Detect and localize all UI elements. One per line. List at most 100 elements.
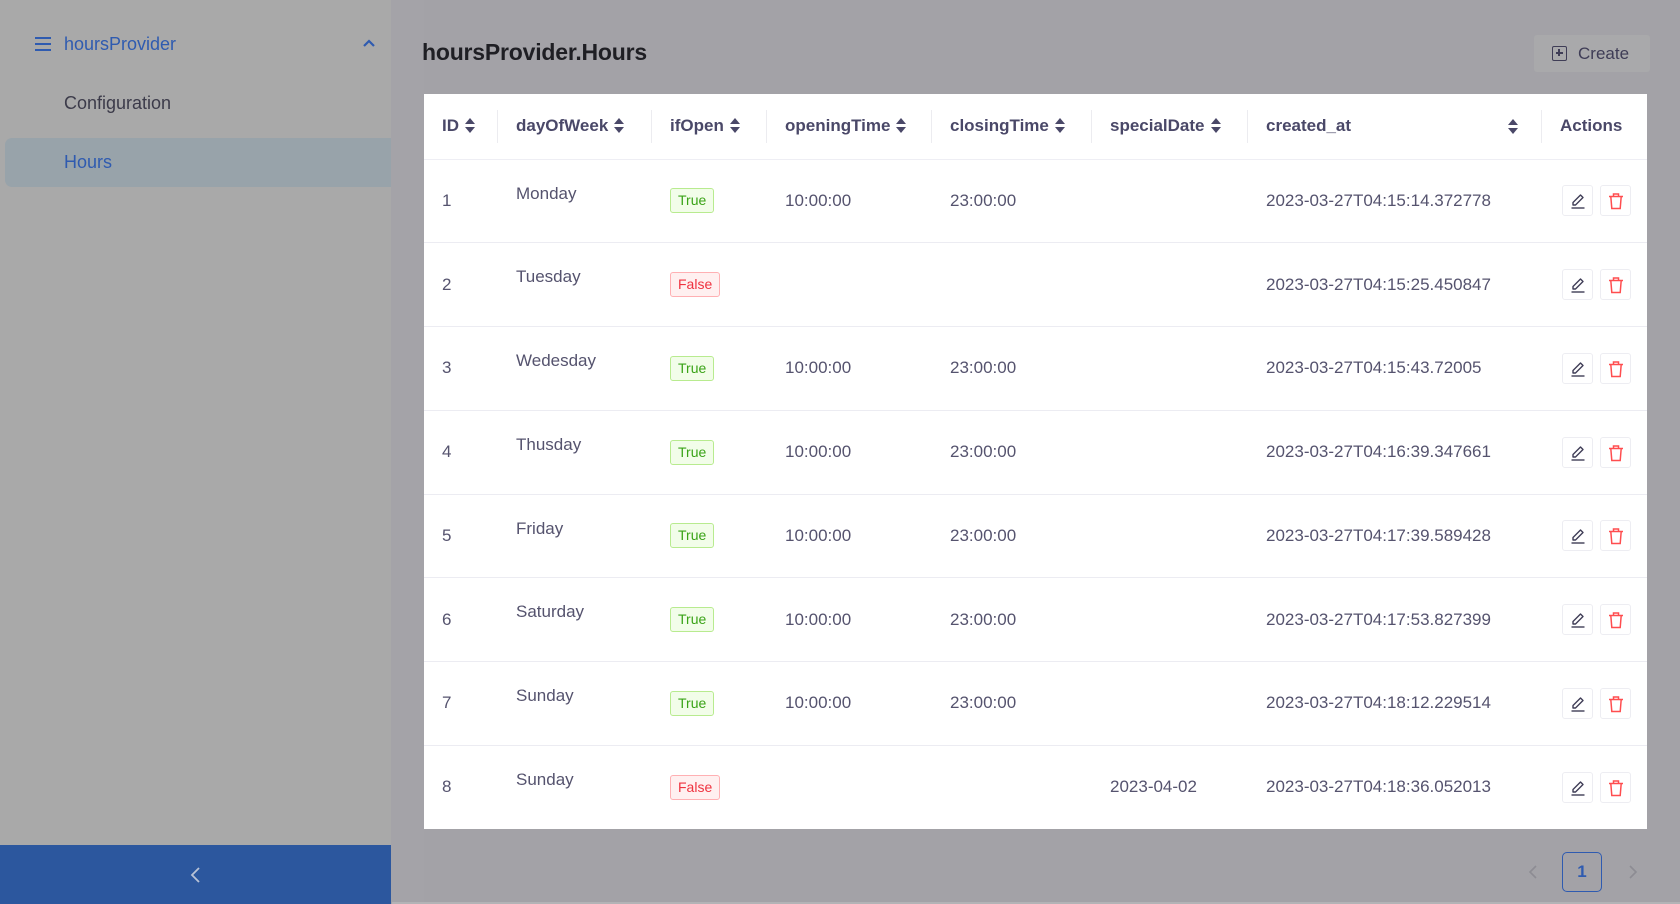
cell-id: 6 (424, 577, 498, 662)
cell-opening-time: 10:00:00 (767, 577, 932, 662)
status-badge: True (670, 690, 715, 716)
cell-special-date (1092, 242, 1248, 327)
cell-opening-time: 10:00:00 (767, 661, 932, 746)
cell-id: 8 (442, 777, 452, 797)
sidebar-group-hoursprovider[interactable]: hoursProvider (0, 26, 392, 64)
edit-button[interactable] (1562, 687, 1593, 719)
edit-button[interactable] (1562, 771, 1593, 803)
column-header-closingtime[interactable]: closingTime (932, 94, 1092, 160)
cell-if-open: True (652, 326, 767, 411)
delete-button[interactable] (1600, 352, 1631, 384)
column-header-openingtime[interactable]: openingTime (767, 94, 932, 160)
cell-day-of-week: Tuesday (498, 242, 652, 327)
cell-day-of-week: Saturday (498, 577, 652, 662)
cell-special-date (1092, 159, 1248, 244)
cell-actions (1542, 159, 1647, 244)
cell-actions (1542, 661, 1647, 746)
cell-special-date (1092, 326, 1248, 411)
cell-special-date (1092, 577, 1248, 662)
cell-closing-time: 23:00:00 (932, 159, 1092, 244)
cell-if-open: True (652, 159, 767, 244)
sidebar-group-label: hoursProvider (64, 34, 177, 54)
status-badge: True (670, 607, 715, 633)
sort-icon[interactable] (1210, 117, 1221, 134)
delete-button[interactable] (1600, 436, 1631, 468)
create-button[interactable]: Create (1534, 35, 1650, 72)
hours-table: ID dayOfWeek ifOpen openingTime closingT… (424, 94, 1647, 829)
sort-icon[interactable] (896, 117, 907, 134)
pagination-prev-icon[interactable] (1528, 864, 1538, 880)
column-label: dayOfWeek (516, 116, 609, 136)
cell-id: 3 (424, 326, 498, 411)
delete-button[interactable] (1600, 520, 1631, 552)
cell-closing-time: 23:00:00 (932, 410, 1092, 495)
cell-day-of-week: Friday (498, 494, 652, 579)
cell-created-at: 2023-03-27T04:15:14.372778 (1248, 159, 1542, 244)
cell-created-at: 2023-03-27T04:17:39.589428 (1248, 494, 1542, 579)
sort-icon[interactable] (614, 117, 625, 134)
chevron-left-icon (190, 867, 200, 883)
column-header-created-at[interactable]: created_at (1248, 94, 1542, 160)
cell-actions (1542, 577, 1647, 662)
edit-button[interactable] (1562, 352, 1593, 384)
cell-if-open: False (652, 242, 767, 327)
edit-button[interactable] (1562, 520, 1593, 552)
cell-opening-time: 10:00:00 (767, 326, 932, 411)
cell-day-of-week: Wedesday (498, 326, 652, 411)
edit-button[interactable] (1562, 604, 1593, 636)
sort-icon[interactable] (729, 117, 740, 134)
pagination-page-1[interactable]: 1 (1562, 852, 1602, 892)
cell-opening-time: 10:00:00 (767, 410, 932, 495)
sort-icon[interactable] (1054, 117, 1065, 134)
cell-day-of-week: Sunday (516, 769, 574, 789)
sort-icon[interactable] (1508, 119, 1518, 135)
sidebar-item-hours[interactable]: Hours (5, 138, 392, 187)
sidebar-edge (391, 0, 424, 904)
pagination-next-icon[interactable] (1628, 864, 1638, 880)
cell-id: 1 (424, 159, 498, 244)
edit-button[interactable] (1562, 269, 1593, 301)
cell-special-date (1092, 410, 1248, 495)
table-row: 2 Tuesday False 2023-03-27T04:15:25.450847 (424, 242, 1647, 327)
cell-opening-time (767, 745, 932, 829)
cell-if-open: True (652, 661, 767, 746)
cell-opening-time: 10:00:00 (767, 159, 932, 244)
cell-created-at: 2023-03-27T04:18:12.229514 (1248, 661, 1542, 746)
status-badge: False (670, 272, 721, 298)
cell-id: 4 (424, 410, 498, 495)
delete-button[interactable] (1600, 604, 1631, 636)
column-header-ifopen[interactable]: ifOpen (652, 94, 767, 160)
cell-special-date (1092, 494, 1248, 579)
cell-id: 5 (424, 494, 498, 579)
delete-button[interactable] (1600, 269, 1631, 301)
delete-button[interactable] (1600, 185, 1631, 217)
column-label: specialDate (1110, 116, 1205, 136)
cell-id: 2 (424, 242, 498, 327)
table-row: 6 Saturday True 10:00:00 23:00:00 2023-03-27T… (424, 577, 1647, 662)
edit-button[interactable] (1562, 185, 1593, 217)
cell-closing-time: 23:00:00 (932, 577, 1092, 662)
cell-closing-time: 23:00:00 (932, 326, 1092, 411)
sort-icon[interactable] (465, 117, 475, 134)
cell-created-at: 2023-03-27T04:15:43.72005 (1248, 326, 1542, 411)
sidebar-item-configuration[interactable]: Configuration (5, 79, 392, 128)
column-header-specialdate[interactable]: specialDate (1092, 94, 1248, 160)
delete-button[interactable] (1600, 771, 1631, 803)
cell-day-of-week: Sunday (498, 661, 652, 746)
menu-icon (35, 37, 51, 51)
cell-day-of-week: Thusday (498, 410, 652, 495)
cell-closing-time (932, 745, 1092, 829)
delete-button[interactable] (1600, 687, 1631, 719)
chevron-up-icon[interactable] (362, 38, 376, 48)
status-badge: True (670, 188, 715, 214)
cell-opening-time: 10:00:00 (767, 494, 932, 579)
sidebar-collapse-button[interactable] (0, 845, 392, 904)
cell-day-of-week: Monday (498, 159, 652, 244)
cell-actions (1542, 494, 1647, 579)
column-label: ID (442, 116, 459, 136)
edit-button[interactable] (1562, 436, 1593, 468)
table-row: 8 Sunday False 2023-04-02 2023-03-27T04:18:3… (424, 745, 1647, 829)
cell-opening-time (767, 242, 932, 327)
column-header-dayofweek[interactable]: dayOfWeek (498, 94, 652, 160)
column-header-id[interactable]: ID (424, 94, 498, 160)
